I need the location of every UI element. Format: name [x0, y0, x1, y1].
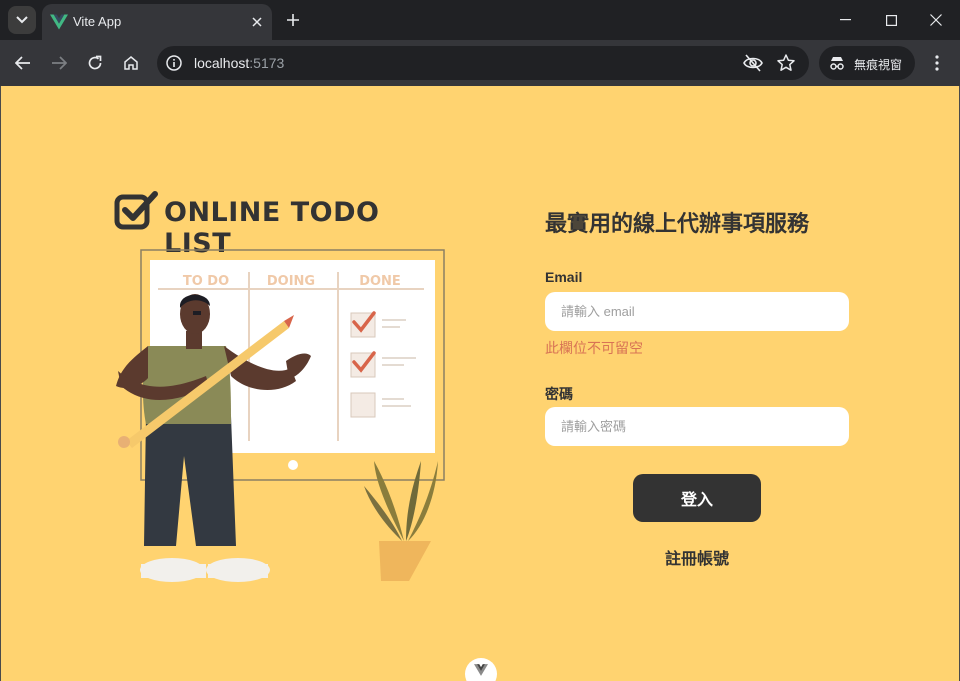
page-heading: 最實用的線上代辦事項服務: [545, 211, 810, 236]
board-column-todo: TO DO: [183, 274, 229, 289]
tab-search-button[interactable]: [8, 6, 36, 34]
forward-button[interactable]: [45, 49, 73, 77]
plus-icon: [287, 14, 299, 26]
checkbox-logo-icon: [114, 191, 158, 230]
reload-icon: [88, 55, 102, 70]
forward-icon: [52, 56, 67, 70]
page-viewport: ONLINE TODO LIST TO DO DOING DONE 最實用的線上…: [0, 86, 960, 681]
home-icon: [124, 56, 138, 70]
board-column-doing: DOING: [267, 274, 315, 289]
close-icon: [252, 17, 262, 27]
active-tab[interactable]: Vite App: [42, 4, 272, 40]
url-text: localhost:5173: [194, 55, 284, 71]
kebab-menu-icon: [935, 55, 939, 71]
app-logo: ONLINE TODO LIST: [114, 190, 454, 259]
vue-devtools-icon: [474, 664, 488, 676]
email-input[interactable]: [545, 292, 849, 331]
tab-strip: Vite App: [0, 0, 960, 40]
browser-menu-button[interactable]: [925, 50, 949, 76]
address-bar[interactable]: localhost:5173: [157, 46, 809, 80]
minimize-icon: [839, 19, 851, 21]
window-close-icon: [930, 14, 942, 26]
password-input[interactable]: [545, 407, 849, 446]
maximize-button[interactable]: [868, 0, 914, 40]
incognito-icon: [830, 57, 844, 70]
tab-search-icon: [16, 16, 28, 24]
new-tab-button[interactable]: [282, 9, 304, 31]
site-info-icon: [166, 55, 182, 71]
incognito-label: 無痕視窗: [854, 58, 903, 72]
url-port: :5173: [249, 55, 285, 71]
vue-logo-icon: [50, 14, 68, 30]
browser-toolbar: localhost:5173 無痕視窗: [0, 40, 960, 86]
url-host: localhost: [194, 55, 250, 71]
back-button[interactable]: [9, 49, 37, 77]
login-button[interactable]: 登入: [633, 474, 761, 522]
email-error-message: 此欄位不可留空: [545, 340, 643, 356]
reload-button[interactable]: [81, 49, 109, 77]
window-close-button[interactable]: [913, 0, 959, 40]
incognito-badge[interactable]: 無痕視窗: [819, 46, 915, 80]
vue-devtools-button[interactable]: [465, 658, 497, 681]
minimize-button[interactable]: [822, 0, 868, 40]
tab-close-button[interactable]: [248, 13, 266, 31]
maximize-icon: [885, 14, 897, 26]
todo-board-illustration: TO DO DOING DONE: [116, 249, 445, 582]
back-icon: [15, 56, 30, 70]
eye-off-icon[interactable]: [743, 53, 763, 73]
password-label: 密碼: [545, 386, 573, 402]
register-link[interactable]: 註冊帳號: [665, 545, 729, 569]
email-label: Email: [545, 269, 583, 285]
board-column-done: DONE: [359, 274, 401, 289]
tab-title: Vite App: [73, 14, 122, 29]
star-icon[interactable]: [776, 53, 796, 73]
home-button[interactable]: [117, 49, 145, 77]
